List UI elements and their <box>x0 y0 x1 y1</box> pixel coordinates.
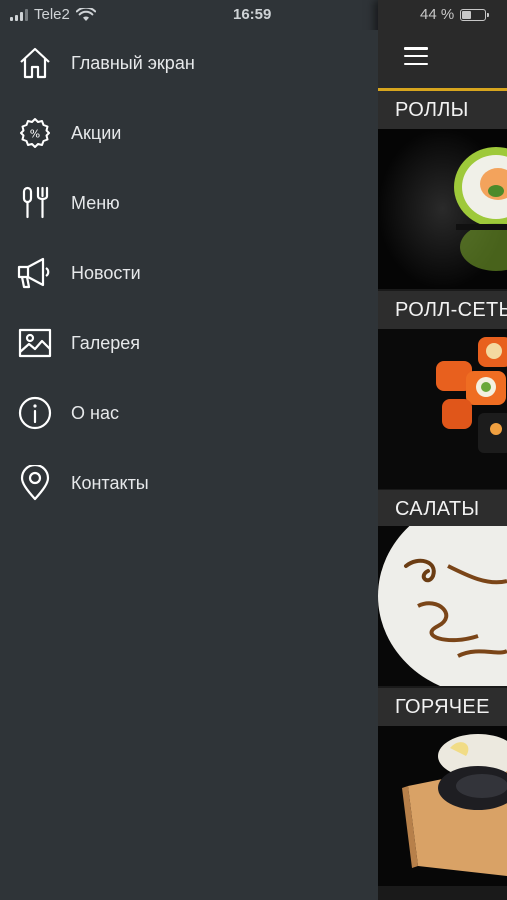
menu-label-news: Новости <box>71 262 141 283</box>
image-icon <box>17 325 53 361</box>
home-icon <box>17 45 53 81</box>
carrier-group: Tele2 <box>10 6 96 23</box>
category-label-rolls[interactable]: РОЛЛЫ <box>378 91 507 129</box>
menu-item-menu[interactable]: Меню <box>0 178 378 228</box>
salad-plate-image <box>378 526 507 686</box>
category-label-roll-sets[interactable]: РОЛЛ-СЕТЫ <box>378 291 507 329</box>
menu-label-contacts: Контакты <box>71 472 149 493</box>
carrier-name: Tele2 <box>34 6 70 23</box>
navigation-drawer: Главный экран % Акции Меню Новости Галер… <box>0 30 378 900</box>
menu-label-gallery: Галерея <box>71 332 141 353</box>
menu-item-gallery[interactable]: Галерея <box>0 318 378 368</box>
fork-spoon-icon <box>17 185 53 221</box>
wifi-icon <box>75 7 96 21</box>
category-image-roll-sets[interactable] <box>378 329 507 489</box>
menu-label-promotions: Акции <box>71 122 122 143</box>
menu-label-about: О нас <box>71 402 119 423</box>
menu-item-promotions[interactable]: % Акции <box>0 108 378 158</box>
menu-item-news[interactable]: Новости <box>0 248 378 298</box>
battery-icon <box>460 8 490 21</box>
category-label-hot[interactable]: ГОРЯЧЕЕ <box>378 688 507 726</box>
hamburger-icon[interactable] <box>404 47 428 65</box>
category-label-salads[interactable]: САЛАТЫ <box>378 490 507 528</box>
menu-item-contacts[interactable]: Контакты <box>0 458 378 508</box>
battery-percent: 44 % <box>420 6 455 23</box>
status-time: 16:59 <box>233 6 272 23</box>
menu-label-menu: Меню <box>71 192 120 213</box>
sushi-roll-image <box>378 129 507 289</box>
category-image-rolls[interactable] <box>378 129 507 289</box>
menu-label-home: Главный экран <box>71 52 195 73</box>
percent-badge-icon: % <box>17 115 53 151</box>
category-image-salads[interactable] <box>378 526 507 686</box>
info-icon <box>17 395 53 431</box>
battery-group: 44 % <box>420 6 490 23</box>
svg-text:%: % <box>30 128 40 141</box>
category-image-hot[interactable] <box>378 726 507 886</box>
megaphone-icon <box>17 255 53 291</box>
roll-set-image <box>378 329 507 489</box>
menu-item-home[interactable]: Главный экран <box>0 38 378 88</box>
hot-dish-image <box>378 726 507 886</box>
signal-icon <box>10 8 28 21</box>
main-content: РОЛЛЫ РОЛЛ-СЕТЫ САЛАТЫ ГОРЯЧЕЕ <box>378 0 507 900</box>
location-pin-icon <box>17 465 53 501</box>
menu-item-about[interactable]: О нас <box>0 388 378 438</box>
